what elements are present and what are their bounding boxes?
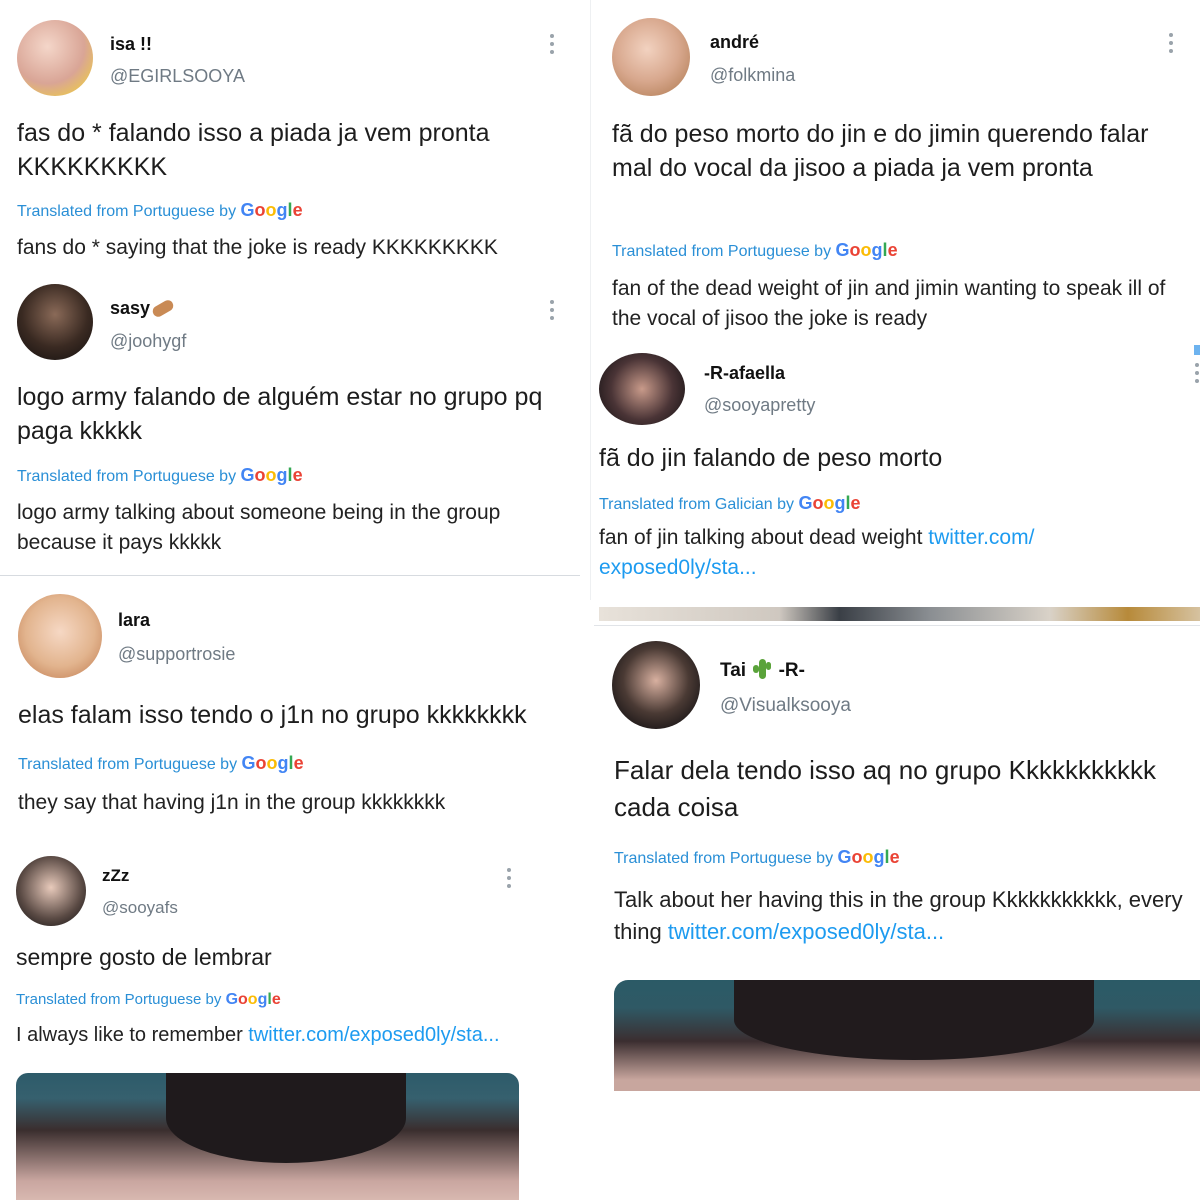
tweet-andre[interactable]: andré @folkmina fã do peso morto do jin …: [594, 0, 1200, 340]
translation-attribution[interactable]: Translated from Portuguese by Google: [17, 465, 303, 486]
tweet-link[interactable]: twitter.com/exposed0ly/sta...: [248, 1024, 499, 1046]
translated-from-label: Translated from Portuguese by: [16, 991, 222, 1008]
attached-photo[interactable]: [614, 980, 1200, 1091]
tweet-text: elas falam isso tendo o j1n no grupo kkk…: [18, 701, 527, 729]
tweet-text: logo army falando de alguém estar no gru…: [17, 383, 543, 445]
translated-text: Talk about her having this in the group …: [614, 887, 1183, 944]
display-name[interactable]: sasy: [110, 298, 176, 319]
user-handle[interactable]: @folkmina: [710, 65, 795, 86]
translated-text: they say that having j1n in the group kk…: [18, 791, 446, 814]
google-logo-icon: Google: [240, 465, 303, 485]
translation-attribution[interactable]: Translated from Portuguese by Google: [17, 200, 303, 221]
avatar[interactable]: [599, 353, 685, 425]
display-name[interactable]: andré: [710, 32, 759, 53]
more-vertical-icon[interactable]: [549, 34, 555, 58]
photo-hair: [734, 980, 1094, 1060]
google-logo-icon: Google: [837, 847, 900, 867]
tweet-text: Falar dela tendo isso aq no grupo Kkkkkk…: [614, 755, 1156, 822]
tweet-zzz[interactable]: zZz @sooyafs sempre gosto de lembrar Tra…: [0, 848, 580, 1200]
translation-attribution[interactable]: Translated from Portuguese by Google: [18, 753, 304, 774]
translated-text: fan of jin talking about dead weight twi…: [599, 526, 1035, 579]
tweet-sasy[interactable]: sasy @joohygf logo army falando de algué…: [0, 272, 580, 572]
tweet-text: fã do jin falando de peso morto: [599, 444, 943, 472]
translated-from-label: Translated from Portuguese by: [17, 203, 237, 220]
translated-from-label: Translated from Portuguese by: [612, 243, 832, 260]
tweet-text: fas do * falando isso a piada ja vem pro…: [17, 119, 490, 181]
translated-text: I always like to remember twitter.com/ex…: [16, 1024, 500, 1046]
google-logo-icon: Google: [241, 753, 304, 773]
display-name[interactable]: lara: [118, 610, 150, 631]
translated-text: fan of the dead weight of jin and jimin …: [612, 277, 1166, 330]
photo-hair: [166, 1073, 406, 1163]
divider: [590, 0, 591, 600]
avatar[interactable]: [16, 856, 86, 926]
user-handle[interactable]: @sooyafs: [102, 898, 178, 918]
more-vertical-icon[interactable]: [549, 300, 555, 324]
tweet-text: sempre gosto de lembrar: [16, 944, 272, 970]
translated-from-label: Translated from Galician by: [599, 496, 795, 513]
tweet-link[interactable]: twitter.com/exposed0ly/sta...: [668, 919, 944, 944]
cactus-emoji-icon: [753, 659, 772, 679]
user-handle[interactable]: @Visualksooya: [720, 695, 851, 717]
translation-attribution[interactable]: Translated from Portuguese by Google: [612, 240, 898, 261]
display-name[interactable]: zZz: [102, 866, 129, 886]
translated-from-label: Translated from Portuguese by: [17, 468, 237, 485]
translation-attribution[interactable]: Translated from Portuguese by Google: [614, 847, 900, 868]
display-name[interactable]: Tai -R-: [720, 659, 805, 682]
translation-attribution[interactable]: Translated from Galician by Google: [599, 493, 861, 514]
tweet-rafaella[interactable]: -R-afaella @sooyapretty fã do jin faland…: [594, 345, 1200, 625]
translated-from-label: Translated from Portuguese by: [18, 756, 238, 773]
more-vertical-icon[interactable]: [1194, 363, 1200, 387]
attached-photo-preview[interactable]: [599, 607, 1200, 621]
avatar[interactable]: [612, 18, 690, 96]
display-name[interactable]: isa !!: [110, 34, 152, 55]
google-logo-icon: Google: [240, 200, 303, 220]
more-vertical-icon[interactable]: [1168, 33, 1174, 57]
display-name[interactable]: -R-afaella: [704, 363, 785, 384]
google-logo-icon: Google: [798, 493, 861, 513]
user-handle[interactable]: @sooyapretty: [704, 395, 815, 416]
scroll-indicator[interactable]: [1194, 345, 1200, 355]
avatar[interactable]: [612, 641, 700, 729]
translated-from-label: Translated from Portuguese by: [614, 850, 834, 867]
google-logo-icon: Google: [225, 991, 281, 1008]
attached-photo[interactable]: [16, 1073, 519, 1200]
user-handle[interactable]: @EGIRLSOOYA: [110, 66, 245, 87]
translation-attribution[interactable]: Translated from Portuguese by Google: [16, 991, 281, 1009]
tweet-text: fã do peso morto do jin e do jimin quere…: [612, 120, 1149, 182]
divider: [0, 575, 580, 576]
tweet-tai[interactable]: Tai -R- @Visualksooya Falar dela tendo i…: [594, 625, 1200, 1200]
tweet-lara[interactable]: lara @supportrosie elas falam isso tendo…: [0, 578, 590, 838]
avatar[interactable]: [17, 284, 93, 360]
divider: [594, 625, 1200, 626]
more-vertical-icon[interactable]: [506, 868, 512, 892]
avatar[interactable]: [18, 594, 102, 678]
google-logo-icon: Google: [835, 240, 898, 260]
tweet-isa[interactable]: isa !! @EGIRLSOOYA fas do * falando isso…: [0, 0, 580, 270]
avatar[interactable]: [17, 20, 93, 96]
peanut-emoji-icon: [150, 298, 176, 319]
user-handle[interactable]: @joohygf: [110, 331, 186, 352]
translated-text: logo army talking about someone being in…: [17, 501, 501, 554]
user-handle[interactable]: @supportrosie: [118, 644, 235, 665]
translated-text: fans do * saying that the joke is ready …: [17, 236, 498, 259]
